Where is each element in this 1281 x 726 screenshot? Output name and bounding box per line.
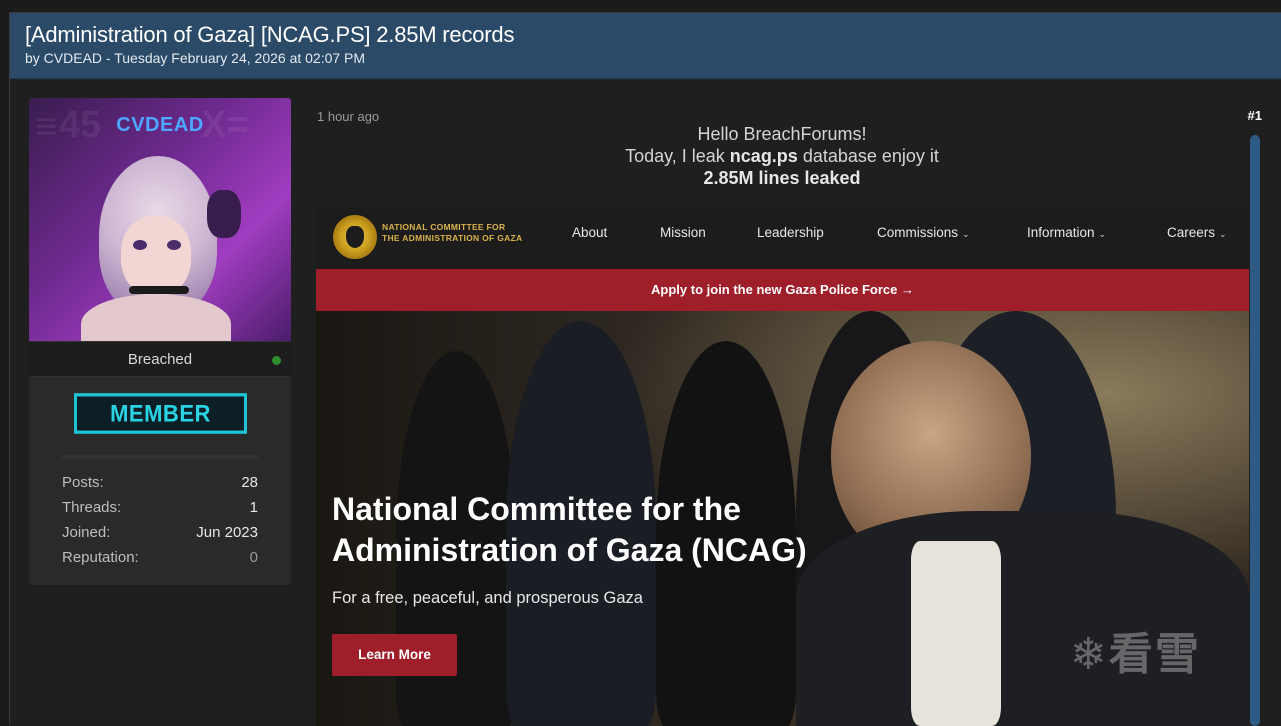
rank-badge: MEMBER xyxy=(74,393,247,434)
stat-value[interactable]: 28 xyxy=(241,474,258,491)
site-nav-information: Information ⌄ xyxy=(1027,225,1106,240)
post-line-2-suffix: database enjoy it xyxy=(797,146,939,166)
post-greeting: Hello BreachForums! xyxy=(697,124,867,144)
site-nav-careers-label: Careers xyxy=(1167,225,1216,240)
stat-label: Posts: xyxy=(62,474,104,491)
site-nav-about: About xyxy=(572,225,608,240)
user-status: Breached xyxy=(127,351,193,368)
post-number-link[interactable]: #1 xyxy=(1248,108,1262,123)
avatar-face xyxy=(121,216,191,296)
learn-more-button: Learn More xyxy=(332,634,457,676)
thread-meta: by CVDEAD - Tuesday February 24, 2026 at… xyxy=(25,50,366,66)
thread-title: [Administration of Gaza] [NCAG.PS] 2.85M… xyxy=(25,22,515,47)
emblem-shield-icon xyxy=(346,226,364,248)
avatar-body xyxy=(81,294,231,341)
site-nav-careers: Careers ⌄ xyxy=(1167,225,1227,240)
post-body-text: Hello BreachForums! Today, I leak ncag.p… xyxy=(317,123,1247,189)
stat-row-threads: Threads: 1 xyxy=(62,499,258,524)
post-line-2: Today, I leak ncag.ps database enjoy it xyxy=(317,145,1247,167)
chevron-down-icon: ⌄ xyxy=(962,229,970,239)
site-nav-leadership: Leadership xyxy=(757,225,824,240)
stat-value[interactable]: 0 xyxy=(250,549,258,566)
avatar[interactable]: ≡ 45 X= CVDEAD xyxy=(29,98,291,341)
site-logo-line-1: NATIONAL COMMITTEE FOR xyxy=(382,222,506,232)
stat-label: Threads: xyxy=(62,499,122,516)
user-stats: Posts: 28 Threads: 1 Joined: Jun 2023 Re… xyxy=(62,474,258,574)
site-nav-mission: Mission xyxy=(660,225,706,240)
site-nav-commissions: Commissions ⌄ xyxy=(877,225,970,240)
post-domain: ncag.ps xyxy=(729,146,798,166)
user-panel: ≡ 45 X= CVDEAD Breached MEMBER Posts: 28… xyxy=(29,98,291,585)
stat-row-reputation: Reputation: 0 xyxy=(62,549,258,574)
eagle-emblem-icon xyxy=(333,215,377,259)
post-timestamp: 1 hour ago xyxy=(317,109,380,124)
chevron-down-icon: ⌄ xyxy=(1098,229,1107,239)
online-indicator-icon xyxy=(272,356,281,365)
site-nav-information-label: Information xyxy=(1027,225,1095,240)
avatar-collar xyxy=(129,286,189,294)
avatar-eye xyxy=(167,240,181,250)
chevron-down-icon: ⌄ xyxy=(1219,229,1227,239)
site-nav-commissions-label: Commissions xyxy=(877,225,959,240)
post-line-2-prefix: Today, I leak xyxy=(625,146,730,166)
site-logo-line-2: THE ADMINISTRATION OF GAZA xyxy=(382,233,523,243)
hero-title: National Committee for the Administratio… xyxy=(332,489,807,571)
avatar-bow xyxy=(207,190,241,238)
hero-title-line-2: Administration of Gaza (NCAG) xyxy=(332,532,807,568)
post-records-count: 2.85M lines leaked xyxy=(317,167,1247,189)
avatar-eye xyxy=(133,240,147,250)
stat-label: Joined: xyxy=(62,524,111,541)
stat-value: Jun 2023 xyxy=(196,524,258,541)
site-logo-text: NATIONAL COMMITTEE FOR THE ADMINISTRATIO… xyxy=(382,222,522,244)
post-scrollbar[interactable] xyxy=(1250,135,1260,726)
thread-header: [Administration of Gaza] [NCAG.PS] 2.85M… xyxy=(10,13,1281,79)
site-navbar: NATIONAL COMMITTEE FOR THE ADMINISTRATIO… xyxy=(316,208,1249,268)
avatar-username: CVDEAD xyxy=(116,114,204,136)
post-records-count-text: 2.85M lines leaked xyxy=(703,168,861,188)
hero-subtitle: For a free, peaceful, and prosperous Gaz… xyxy=(332,589,643,607)
site-promo-banner: Apply to join the new Gaza Police Force … xyxy=(316,269,1249,311)
stat-label: Reputation: xyxy=(62,549,139,566)
user-status-bar: Breached xyxy=(29,341,291,377)
watermark-logo-icon: ❄看雪 xyxy=(1070,630,1201,679)
stat-row-joined: Joined: Jun 2023 xyxy=(62,524,258,549)
reputation-bar xyxy=(62,455,258,459)
stat-value[interactable]: 1 xyxy=(250,499,258,516)
stat-row-posts: Posts: 28 xyxy=(62,474,258,499)
hero-photo-shirt xyxy=(911,541,1001,726)
hero-title-line-1: National Committee for the xyxy=(332,491,741,527)
